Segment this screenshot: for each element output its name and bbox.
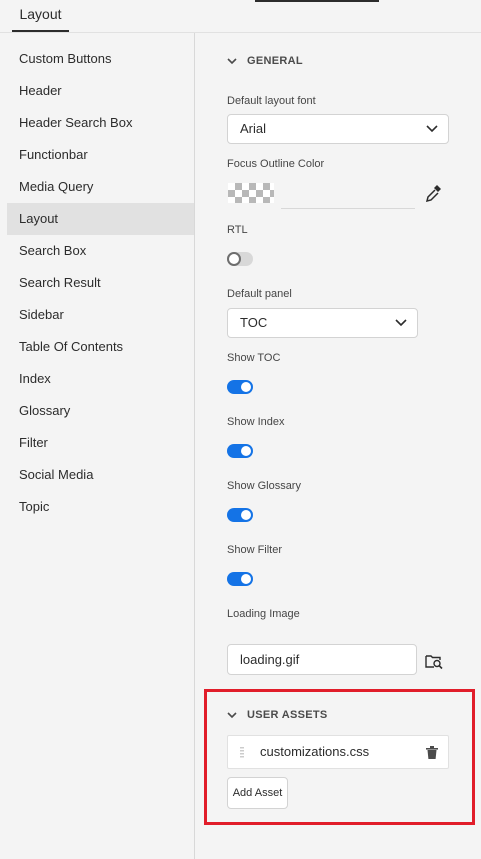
default-font-label: Default layout font xyxy=(227,95,316,107)
toggle-knob xyxy=(241,510,251,520)
tab-bar: Layout xyxy=(0,0,481,32)
chevron-down-icon xyxy=(395,319,407,327)
tab-indicator xyxy=(255,0,379,2)
toggle-knob xyxy=(227,252,241,266)
rtl-label: RTL xyxy=(227,224,248,236)
trash-icon[interactable] xyxy=(426,746,438,759)
sidebar-item-topic[interactable]: Topic xyxy=(7,491,194,523)
show-glossary-label: Show Glossary xyxy=(227,480,301,492)
eyedropper-icon[interactable] xyxy=(426,184,442,202)
color-swatch[interactable] xyxy=(228,183,274,203)
general-section-title: GENERAL xyxy=(247,55,303,67)
browse-folder-icon[interactable] xyxy=(425,652,443,670)
show-filter-toggle[interactable] xyxy=(227,572,253,586)
show-index-toggle[interactable] xyxy=(227,444,253,458)
sidebar-item-filter[interactable]: Filter xyxy=(7,427,194,459)
loading-image-input[interactable]: loading.gif xyxy=(227,644,417,675)
loading-image-label: Loading Image xyxy=(227,608,300,620)
toggle-knob xyxy=(241,382,251,392)
add-asset-button[interactable]: Add Asset xyxy=(227,777,288,809)
sidebar-item-index[interactable]: Index xyxy=(7,363,194,395)
sidebar-item-layout[interactable]: Layout xyxy=(7,203,194,235)
sidebar-item-table-of-contents[interactable]: Table Of Contents xyxy=(7,331,194,363)
default-panel-value: TOC xyxy=(240,315,268,330)
show-toc-label: Show TOC xyxy=(227,352,281,364)
chevron-down-icon xyxy=(227,58,237,65)
sidebar-item-search-box[interactable]: Search Box xyxy=(7,235,194,267)
rtl-toggle[interactable] xyxy=(227,252,253,266)
default-panel-select[interactable]: TOC xyxy=(227,308,418,338)
show-glossary-toggle[interactable] xyxy=(227,508,253,522)
default-panel-label: Default panel xyxy=(227,288,292,300)
chevron-down-icon xyxy=(227,712,237,719)
default-font-value: Arial xyxy=(240,121,267,136)
focus-outline-color-label: Focus Outline Color xyxy=(227,158,325,170)
drag-handle-icon[interactable] xyxy=(240,747,244,759)
show-filter-label: Show Filter xyxy=(227,544,283,556)
sidebar-item-header-search-box[interactable]: Header Search Box xyxy=(7,107,194,139)
asset-name: customizations.css xyxy=(260,744,370,759)
asset-row[interactable]: customizations.css xyxy=(227,735,449,769)
sidebar-item-header[interactable]: Header xyxy=(7,75,194,107)
sidebar-item-social-media[interactable]: Social Media xyxy=(7,459,194,491)
sidebar-item-custom-buttons[interactable]: Custom Buttons xyxy=(7,43,194,75)
sidebar-item-search-result[interactable]: Search Result xyxy=(7,267,194,299)
properties-panel: GENERAL Default layout font Arial Focus … xyxy=(195,33,481,859)
sidebar-item-sidebar[interactable]: Sidebar xyxy=(7,299,194,331)
toggle-knob xyxy=(241,446,251,456)
chevron-down-icon xyxy=(426,125,438,133)
tab-layout[interactable]: Layout xyxy=(12,0,69,32)
show-toc-toggle[interactable] xyxy=(227,380,253,394)
sidebar-item-glossary[interactable]: Glossary xyxy=(7,395,194,427)
color-value-underline xyxy=(281,208,415,209)
sidebar: Custom Buttons Header Header Search Box … xyxy=(0,33,195,859)
user-assets-section-title: USER ASSETS xyxy=(247,709,328,721)
show-index-label: Show Index xyxy=(227,416,285,428)
sidebar-item-media-query[interactable]: Media Query xyxy=(7,171,194,203)
toggle-knob xyxy=(241,574,251,584)
sidebar-item-functionbar[interactable]: Functionbar xyxy=(7,139,194,171)
default-font-select[interactable]: Arial xyxy=(227,114,449,144)
